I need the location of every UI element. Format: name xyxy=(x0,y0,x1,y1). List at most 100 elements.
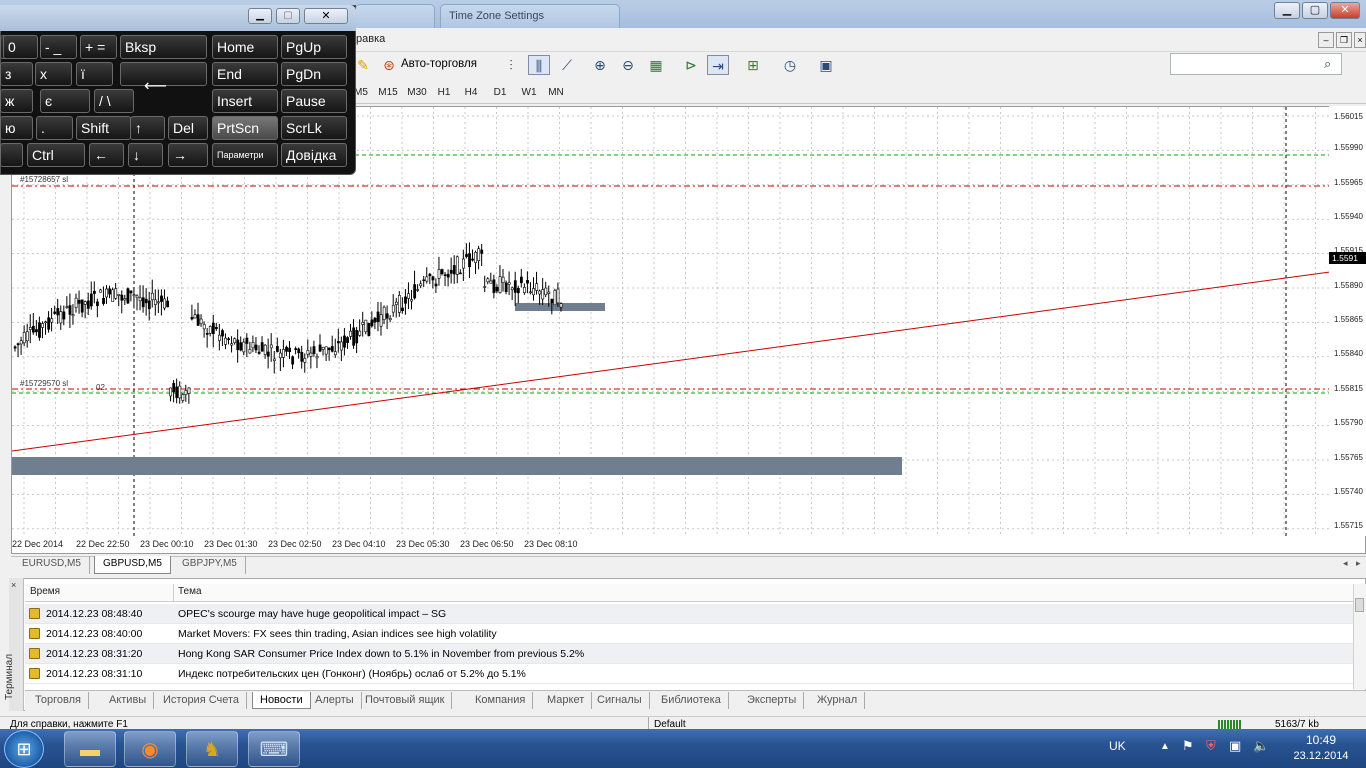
menu-item-help[interactable]: равка xyxy=(356,33,385,45)
start-button[interactable]: ⊞ xyxy=(4,730,44,768)
tab-scroll-left-icon[interactable]: ◂ xyxy=(1343,558,1348,569)
terminal-tab[interactable]: Алерты xyxy=(308,692,362,709)
osk-key[interactable]: → xyxy=(168,143,208,167)
terminal-tab[interactable]: История Счета xyxy=(156,692,248,709)
osk-minimize-button[interactable]: ▁ xyxy=(248,8,272,24)
search-input[interactable] xyxy=(1170,53,1342,75)
autotrade-button[interactable]: Авто-торговля xyxy=(401,58,477,70)
timeframe-m15[interactable]: M15 xyxy=(376,84,400,102)
periods-clock-icon[interactable]: ◷ xyxy=(779,55,801,75)
search-icon[interactable]: ⌕ xyxy=(1324,56,1331,72)
osk-key[interactable] xyxy=(0,143,23,167)
terminal-tab[interactable]: Эксперты xyxy=(740,692,805,709)
news-row[interactable]: 2014.12.23 08:31:20 Hong Kong SAR Consume… xyxy=(25,644,1353,664)
tab-scroll-right-icon[interactable]: ▸ xyxy=(1356,558,1361,569)
chart-tab-gbpusd[interactable]: GBPUSD,M5 xyxy=(94,556,171,574)
network-icon[interactable]: ▣ xyxy=(1229,738,1241,754)
osk-key[interactable]: ← xyxy=(89,143,124,167)
osk-key[interactable]: Ctrl xyxy=(27,143,85,167)
volume-icon[interactable]: 🔈 xyxy=(1253,738,1269,754)
scrollbar-thumb[interactable] xyxy=(1355,598,1364,612)
mdi-minimize-button[interactable]: – xyxy=(1318,32,1334,48)
osk-key[interactable]: 0 xyxy=(3,35,38,59)
browser-tab-time-zone[interactable]: Time Zone Settings xyxy=(440,4,620,28)
news-row[interactable]: 2014.12.23 08:40:00 Market Movers: FX see… xyxy=(25,624,1353,644)
osk-key[interactable]: х xyxy=(35,62,72,86)
osk-key[interactable]: Home xyxy=(212,35,278,59)
terminal-tab[interactable]: Сигналы xyxy=(590,692,650,709)
zoom-out-icon[interactable]: ⊖ xyxy=(617,55,639,75)
on-screen-keyboard-icon[interactable]: ⌨ xyxy=(248,731,300,767)
osk-key[interactable]: Insert xyxy=(212,89,278,113)
column-time[interactable]: Время xyxy=(30,586,60,597)
chart-tab-eurusd[interactable]: EURUSD,M5 xyxy=(14,556,90,574)
news-row[interactable]: 2014.12.23 08:48:40 OPEC's scourge may ha… xyxy=(25,604,1353,624)
tray-expand-icon[interactable]: ▲ xyxy=(1160,741,1170,752)
security-icon[interactable]: ⛨ xyxy=(1206,738,1216,754)
osk-key[interactable]: ї xyxy=(76,62,113,86)
terminal-tab[interactable]: Активы xyxy=(102,692,155,709)
osk-key[interactable]: + = xyxy=(80,35,117,59)
osk-key[interactable]: End xyxy=(212,62,278,86)
action-center-icon[interactable]: ⚑ xyxy=(1182,738,1194,754)
terminal-tab[interactable]: Компания xyxy=(468,692,534,709)
osk-key[interactable]: PgUp xyxy=(281,35,347,59)
mdi-restore-button[interactable]: ❐ xyxy=(1336,32,1352,48)
osk-key[interactable]: з xyxy=(0,62,33,86)
mdi-close-button[interactable]: × xyxy=(1354,32,1366,48)
templates-icon[interactable]: ▣ xyxy=(815,55,837,75)
timeframe-mn[interactable]: MN xyxy=(545,84,567,102)
metatrader-icon[interactable]: ♞ xyxy=(186,731,238,767)
osk-key[interactable]: ю xyxy=(0,116,33,140)
osk-key[interactable]: є xyxy=(40,89,90,113)
terminal-tab[interactable]: Журнал xyxy=(810,692,866,709)
zoom-in-icon[interactable]: ⊕ xyxy=(589,55,611,75)
firefox-icon[interactable]: ◉ xyxy=(124,731,176,767)
osk-key[interactable]: Параметри xyxy=(212,143,278,167)
osk-key[interactable]: PgDn xyxy=(281,62,347,86)
indicators-icon[interactable]: ⊞ xyxy=(742,55,764,75)
terminal-close-icon[interactable]: × xyxy=(11,580,16,590)
terminal-tab[interactable]: Торговля xyxy=(28,692,89,709)
minimize-button[interactable]: ▁ xyxy=(1274,2,1300,19)
close-button[interactable]: ✕ xyxy=(1330,2,1360,19)
osk-key[interactable]: - _ xyxy=(40,35,77,59)
line-chart-icon[interactable]: ⟋ xyxy=(556,55,578,75)
candlestick-icon[interactable]: ⫼ xyxy=(528,55,550,75)
osk-key[interactable]: Shift xyxy=(76,116,131,140)
timeframe-w1[interactable]: W1 xyxy=(518,84,540,102)
terminal-tab[interactable]: Маркет xyxy=(540,692,593,709)
column-topic[interactable]: Тема xyxy=(178,586,202,597)
clock-time[interactable]: 10:49 xyxy=(1296,733,1346,747)
osk-key[interactable]: Pause xyxy=(281,89,347,113)
terminal-tab[interactable]: Библиотека xyxy=(654,692,729,709)
timeframe-m30[interactable]: M30 xyxy=(404,84,430,102)
autoscroll-icon[interactable]: ⇥ xyxy=(707,55,729,75)
tile-windows-icon[interactable]: ▦ xyxy=(645,55,667,75)
chart-shift-icon[interactable]: ⊳ xyxy=(680,55,702,75)
osk-key[interactable]: Del xyxy=(168,116,208,140)
maximize-button[interactable]: ▢ xyxy=(1302,2,1328,19)
osk-maximize-button[interactable]: ▢ xyxy=(276,8,300,24)
chart-tab-gbpjpy[interactable]: GBPJPY,M5 xyxy=(174,556,246,574)
explorer-icon[interactable]: ▬ xyxy=(64,731,116,767)
osk-key[interactable]: Довідка xyxy=(281,143,347,167)
language-indicator[interactable]: UK xyxy=(1109,739,1126,753)
osk-close-button[interactable]: ✕ xyxy=(304,8,348,24)
bar-chart-icon[interactable]: ⫶ xyxy=(500,55,522,75)
news-row[interactable]: 2014.12.23 08:31:10 Индекс потребительски… xyxy=(25,664,1353,684)
clock-date[interactable]: 23.12.2014 xyxy=(1286,750,1356,762)
terminal-tab[interactable]: Новости xyxy=(252,692,311,709)
osk-key[interactable]: PrtScn xyxy=(212,116,278,140)
osk-key[interactable]: / \ xyxy=(94,89,134,113)
osk-key[interactable]: ↓ xyxy=(128,143,163,167)
osk-key[interactable]: ScrLk xyxy=(281,116,347,140)
timeframe-h4[interactable]: H4 xyxy=(461,84,481,102)
osk-key[interactable]: . xyxy=(36,116,73,140)
terminal-tab[interactable]: Почтовый ящик xyxy=(358,692,453,709)
osk-key[interactable]: Bksp xyxy=(120,35,207,59)
osk-key[interactable]: ↑ xyxy=(130,116,165,140)
timeframe-h1[interactable]: H1 xyxy=(434,84,454,102)
timeframe-d1[interactable]: D1 xyxy=(490,84,510,102)
osk-key[interactable]: ж xyxy=(0,89,33,113)
